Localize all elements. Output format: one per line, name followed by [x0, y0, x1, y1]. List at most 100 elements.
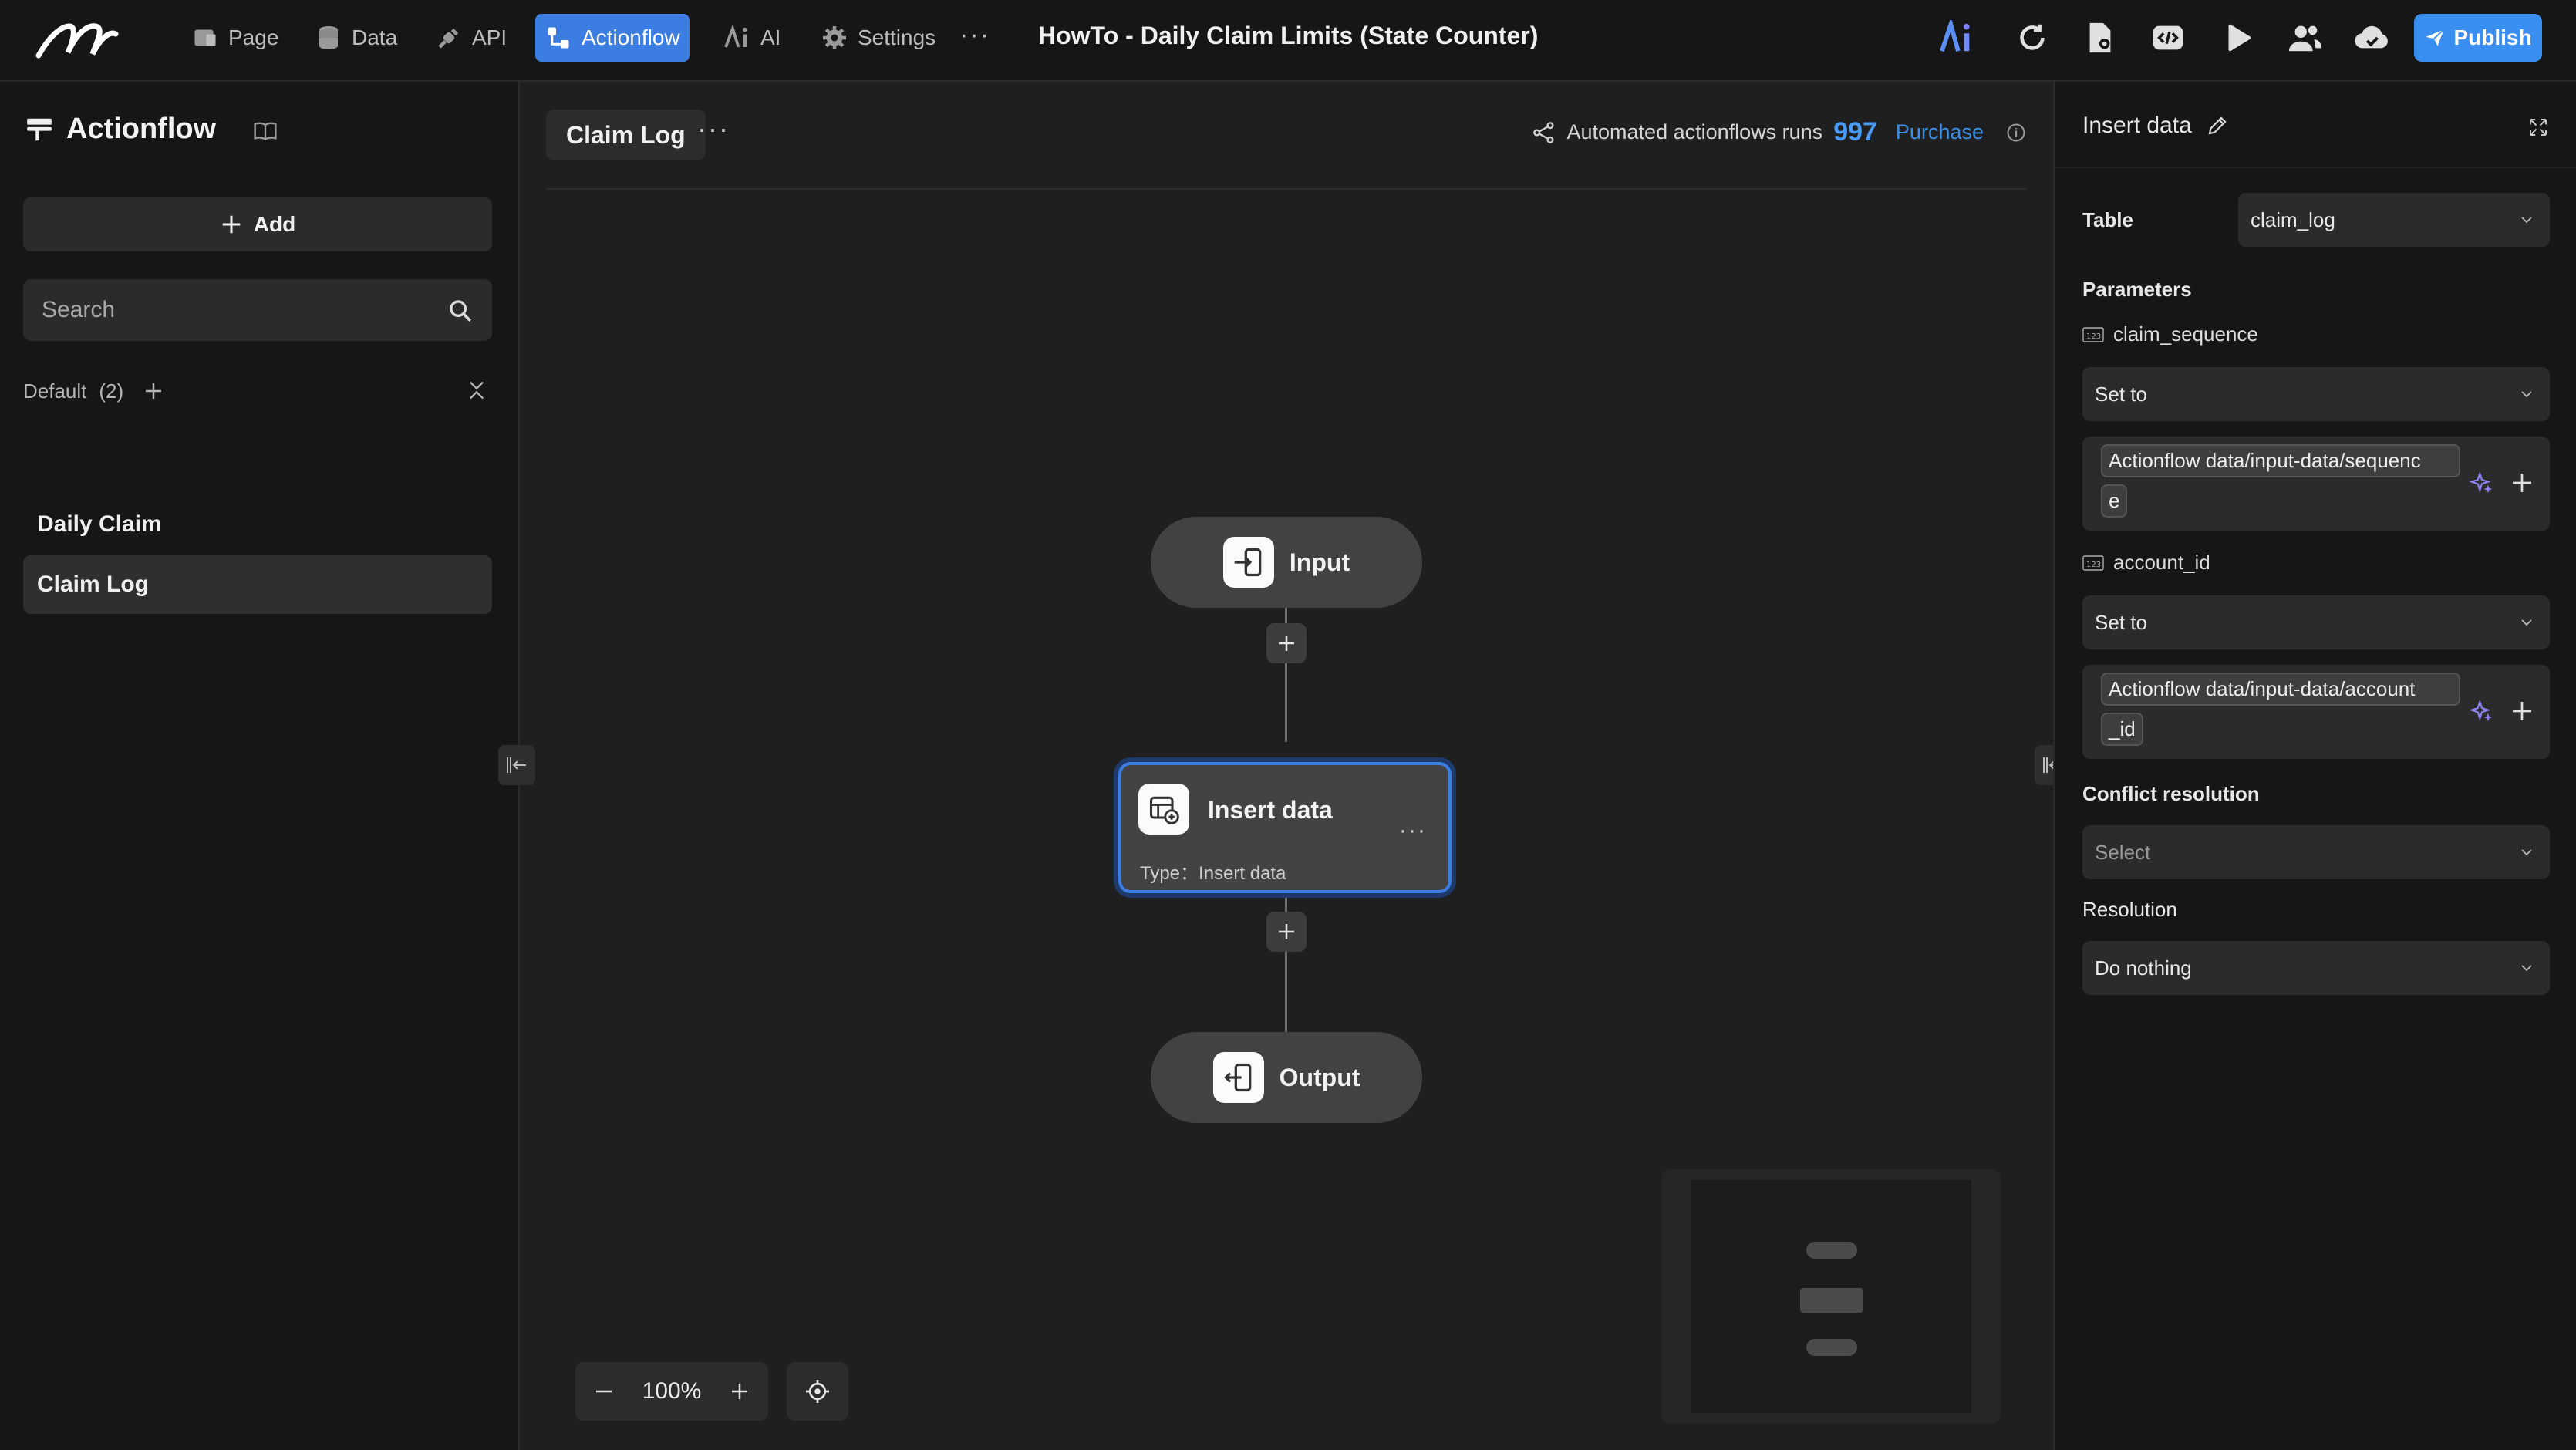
refresh-icon[interactable] [2015, 20, 2050, 56]
nav-actionflow[interactable]: Actionflow [535, 14, 690, 62]
zoom-in-icon[interactable] [728, 1380, 751, 1403]
sidebar-item-claim-log[interactable]: Claim Log [23, 555, 492, 614]
nav-ai[interactable]: AI [714, 14, 790, 62]
collapse-group-icon[interactable] [466, 379, 487, 401]
chevron-down-icon [2521, 217, 2532, 224]
panel-divider [2055, 167, 2576, 168]
group-count: (2) [99, 379, 124, 403]
parameters-label: Parameters [2082, 278, 2192, 301]
data-reference-chip-continued[interactable]: _id [2101, 713, 2143, 746]
group-default[interactable]: Default (2) [23, 372, 492, 410]
ai-assistant-icon[interactable] [1939, 20, 1974, 56]
input-node-icon-box [1222, 537, 1274, 588]
users-icon[interactable] [2288, 20, 2323, 56]
add-to-group-icon[interactable] [142, 379, 165, 403]
nav-more-button[interactable]: ··· [959, 20, 990, 50]
gear-icon [823, 26, 846, 49]
play-icon[interactable] [2220, 20, 2255, 56]
minimap-node [1800, 1288, 1863, 1313]
search-icon[interactable] [447, 298, 474, 324]
insert-node-icon-box [1138, 784, 1189, 835]
flow-canvas[interactable]: Claim Log ··· Automated actionflows runs… [498, 82, 2072, 1450]
param-name: claim_sequence [2113, 322, 2258, 346]
insert-node-more-button[interactable]: ··· [1399, 818, 1427, 844]
expand-panel-icon[interactable] [2527, 116, 2550, 139]
data-reference-chip[interactable]: Actionflow data/input-data/account [2101, 673, 2460, 706]
info-icon[interactable] [2005, 122, 2027, 143]
actionflow-sidebar: Actionflow Add Default (2) Daily Claim C… [0, 82, 520, 1450]
canvas-tab-more-button[interactable]: ··· [697, 113, 730, 145]
conflict-select[interactable]: Select [2082, 825, 2550, 879]
sidebar-item-label: Claim Log [37, 572, 150, 597]
data-reference-chip-continued[interactable]: e [2101, 484, 2128, 518]
output-node[interactable]: Output [1151, 1032, 1422, 1123]
param-mode-select[interactable]: Set to [2082, 367, 2550, 421]
insert-data-node[interactable]: Insert data Type：Insert data ··· [1118, 762, 1452, 893]
search-input[interactable] [23, 279, 492, 341]
database-icon [319, 26, 338, 49]
param-claim-sequence: 123 claim_sequence [2082, 322, 2258, 346]
param-value-box[interactable]: Actionflow data/input-data/sequenc e [2082, 437, 2550, 531]
minimap-viewport[interactable] [1691, 1180, 1971, 1413]
plus-icon [222, 215, 241, 234]
minimap-node [1806, 1339, 1857, 1356]
fit-view-button[interactable] [787, 1362, 848, 1421]
collapse-left-icon [507, 757, 526, 773]
ai-sparkle-icon[interactable] [2470, 699, 2494, 723]
docs-book-icon[interactable] [253, 119, 278, 143]
chevron-down-icon [2521, 619, 2532, 626]
number-field-icon: 123 [2082, 555, 2104, 571]
output-icon [1223, 1063, 1251, 1092]
number-field-icon: 123 [2082, 326, 2104, 342]
param-value-box[interactable]: Actionflow data/input-data/account _id [2082, 665, 2550, 759]
collapse-sidebar-toggle[interactable] [498, 745, 535, 785]
cloud-check-icon[interactable] [2354, 20, 2389, 56]
nav-page[interactable]: Page [182, 14, 288, 62]
add-step-button[interactable] [1266, 623, 1307, 663]
sidebar-title-label: Actionflow [66, 113, 217, 145]
nav-page-label: Page [228, 25, 279, 49]
resolution-select[interactable]: Do nothing [2082, 941, 2550, 995]
panel-title: Insert data [2082, 113, 2229, 139]
add-value-icon[interactable] [2510, 470, 2534, 495]
properties-panel: Insert data Table claim_log Parameters 1… [2053, 82, 2576, 1450]
input-icon [1234, 548, 1262, 577]
nav-settings[interactable]: Settings [811, 14, 945, 62]
table-select[interactable]: claim_log [2238, 193, 2550, 247]
table-select-value: claim_log [2251, 207, 2335, 231]
canvas-tab-claim-log[interactable]: Claim Log [546, 110, 706, 160]
chevron-down-icon [2521, 965, 2532, 972]
insert-table-icon [1149, 796, 1179, 824]
top-bar: Page Data API Actionflow AI Settings ···… [0, 0, 2576, 82]
nav-data[interactable]: Data [305, 14, 406, 62]
nav-ai-label: AI [760, 25, 781, 49]
add-step-button[interactable] [1266, 912, 1307, 952]
insert-node-type: Type：Insert data [1140, 863, 1286, 884]
resolution-select-value: Do nothing [2095, 956, 2192, 980]
minimap-node [1806, 1242, 1857, 1259]
code-icon[interactable] [2150, 20, 2186, 56]
input-node[interactable]: Input [1151, 517, 1422, 608]
minimap[interactable] [1661, 1169, 2001, 1424]
param-mode-value: Set to [2095, 382, 2147, 406]
nav-api[interactable]: API [426, 14, 516, 62]
document-settings-icon[interactable] [2082, 20, 2118, 56]
zoom-out-icon[interactable] [592, 1380, 615, 1403]
ai-icon [724, 24, 747, 48]
conflict-select-placeholder: Select [2095, 840, 2151, 864]
app-logo[interactable] [34, 15, 120, 63]
ai-sparkle-icon[interactable] [2470, 470, 2494, 495]
table-label: Table [2082, 208, 2133, 231]
param-mode-select[interactable]: Set to [2082, 595, 2550, 649]
add-actionflow-button[interactable]: Add [23, 197, 492, 251]
edit-pencil-icon[interactable] [2206, 114, 2229, 137]
project-title: HowTo - Daily Claim Limits (State Counte… [1038, 22, 1539, 49]
output-node-label: Output [1279, 1063, 1360, 1091]
publish-button[interactable]: Publish [2414, 14, 2542, 62]
sidebar-item-daily-claim[interactable]: Daily Claim [23, 495, 492, 554]
purchase-link[interactable]: Purchase [1896, 120, 1984, 144]
sidebar-title: Actionflow [25, 113, 216, 146]
param-mode-value: Set to [2095, 610, 2147, 634]
add-value-icon[interactable] [2510, 699, 2534, 723]
data-reference-chip[interactable]: Actionflow data/input-data/sequenc [2101, 444, 2460, 477]
